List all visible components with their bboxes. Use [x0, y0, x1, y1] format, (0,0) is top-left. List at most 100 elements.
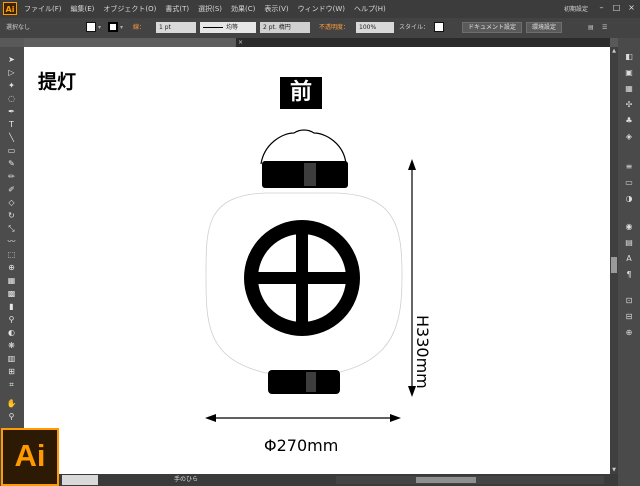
panel-menu-icon[interactable]: ☰	[602, 23, 607, 33]
eyedropper-tool-icon[interactable]: ⚲	[6, 315, 17, 325]
line-tool-icon[interactable]: ╲	[6, 133, 17, 143]
paintbrush-tool-icon[interactable]: ✎	[6, 159, 17, 169]
menu-items: ファイル(F) 編集(E) オブジェクト(O) 書式(T) 選択(S) 効果(C…	[24, 0, 395, 18]
style-label: スタイル：	[399, 24, 430, 31]
horizontal-scroll-thumb[interactable]	[416, 477, 476, 483]
hand-tool-icon[interactable]: ✋	[6, 399, 17, 409]
lantern-handle	[260, 129, 347, 165]
brushes-panel-icon[interactable]: ✣	[623, 100, 635, 110]
document-setup-button[interactable]: ドキュメント設定	[462, 22, 522, 33]
shape-builder-tool-icon[interactable]: ⊕	[6, 263, 17, 273]
scroll-down-icon[interactable]: ▼	[610, 466, 618, 474]
illustrator-logo-icon: Ai	[1, 428, 59, 486]
brush-definition-select[interactable]: 2 pt. 楕円	[260, 22, 310, 33]
pathfinder-panel-icon[interactable]: ⊕	[623, 328, 635, 338]
column-graph-tool-icon[interactable]: ▥	[6, 354, 17, 364]
panel-dock: ◧ ▣ ▦ ✣ ♣ ◈ ≡ ▭ ◑ ◉ ▤ A ¶ ⊡ ⊟ ⊕	[618, 38, 640, 486]
width-dimension-label: Φ270mm	[264, 436, 339, 455]
free-transform-tool-icon[interactable]: ⬚	[6, 250, 17, 260]
tab-close-icon[interactable]: ×	[238, 38, 243, 47]
height-dimension-label: H330mm	[413, 315, 432, 389]
window-controls: – □ ×	[593, 2, 638, 14]
stroke-label[interactable]: 線：	[133, 23, 145, 33]
menu-file[interactable]: ファイル(F)	[24, 4, 62, 14]
color-panel-icon[interactable]: ◧	[623, 52, 635, 62]
maximize-icon[interactable]: □	[610, 2, 623, 14]
fill-dropdown-icon[interactable]: ▾	[98, 23, 101, 33]
minimize-icon[interactable]: –	[595, 2, 608, 14]
warp-tool-icon[interactable]: 〰	[6, 237, 17, 247]
stroke-weight-field[interactable]: 1 pt	[156, 22, 196, 33]
mesh-tool-icon[interactable]: ▩	[6, 289, 17, 299]
blob-brush-tool-icon[interactable]: ✐	[6, 185, 17, 195]
scale-tool-icon[interactable]: ⤡	[6, 224, 17, 234]
menu-bar: Ai ファイル(F) 編集(E) オブジェクト(O) 書式(T) 選択(S) 効…	[0, 0, 640, 18]
horizontal-scrollbar[interactable]	[336, 476, 604, 484]
layers-panel-icon[interactable]: ▤	[623, 238, 635, 248]
graphic-style-swatch[interactable]	[434, 22, 444, 32]
gradient-tool-icon[interactable]: ▮	[6, 302, 17, 312]
width-arrow-left	[205, 414, 216, 422]
menu-view[interactable]: 表示(V)	[264, 4, 288, 14]
app-logo-icon: Ai	[3, 2, 17, 15]
lasso-tool-icon[interactable]: ◌	[6, 94, 17, 104]
selection-tool-icon[interactable]: ➤	[6, 55, 17, 65]
workspace-switcher[interactable]: 初期設定	[564, 4, 588, 13]
scroll-up-icon[interactable]: ▲	[610, 47, 618, 55]
eraser-tool-icon[interactable]: ◇	[6, 198, 17, 208]
transparency-panel-icon[interactable]: ◑	[623, 194, 635, 204]
opacity-field[interactable]: 100%	[356, 22, 394, 33]
menu-object[interactable]: オブジェクト(O)	[103, 4, 156, 14]
transform-panel-icon[interactable]: ⊡	[623, 296, 635, 306]
menu-help[interactable]: ヘルプ(H)	[354, 4, 386, 14]
menu-edit[interactable]: 編集(E)	[71, 4, 95, 14]
opacity-label[interactable]: 不透明度：	[319, 23, 349, 33]
height-arrow-top	[408, 159, 416, 170]
symbol-sprayer-tool-icon[interactable]: ❋	[6, 341, 17, 351]
current-tool-status: 手のひら	[174, 476, 199, 483]
perspective-grid-tool-icon[interactable]: ▦	[6, 276, 17, 286]
type-tool-icon[interactable]: T	[6, 120, 17, 130]
appearance-panel-icon[interactable]: ◉	[623, 222, 635, 232]
stroke-swatch[interactable]	[108, 22, 118, 32]
character-panel-icon[interactable]: A	[623, 254, 635, 264]
artboard-canvas[interactable]: 提灯 前 H330mm Φ270mm	[24, 47, 610, 474]
close-icon[interactable]: ×	[625, 2, 638, 14]
symbols-panel-icon[interactable]: ♣	[623, 116, 635, 126]
magic-wand-tool-icon[interactable]: ✦	[6, 81, 17, 91]
menu-window[interactable]: ウィンドウ(W)	[298, 4, 345, 14]
control-bar: 選択なし ▾ ▾ 線： 1 pt 均等 2 pt. 楕円 不透明度： 100% …	[0, 18, 640, 38]
menu-type[interactable]: 書式(T)	[165, 4, 189, 14]
swatches-panel-icon[interactable]: ▦	[623, 84, 635, 94]
preferences-button[interactable]: 環境設定	[526, 22, 562, 33]
zoom-tool-icon[interactable]: ⚲	[6, 412, 17, 422]
bottom-band-highlight	[306, 372, 316, 392]
selection-status: 選択なし	[6, 24, 31, 31]
stroke-profile-select[interactable]: 均等	[200, 22, 256, 33]
zoom-field[interactable]	[62, 475, 98, 485]
gradient-panel-icon[interactable]: ▭	[623, 178, 635, 188]
align-icon[interactable]: ▤	[588, 23, 594, 33]
vertical-scrollbar[interactable]: ▲ ▼	[610, 47, 618, 474]
lantern-bottom-band	[268, 370, 340, 394]
document-tab[interactable]	[24, 38, 236, 47]
tools-panel: ➤ ▷ ✦ ◌ ✒ T ╲ ▭ ✎ ✏ ✐ ◇ ↻ ⤡ 〰 ⬚ ⊕ ▦ ▩ ▮ …	[0, 47, 24, 486]
vertical-scroll-thumb[interactable]	[611, 257, 617, 273]
paragraph-panel-icon[interactable]: ¶	[623, 270, 635, 280]
align-panel-icon[interactable]: ⊟	[623, 312, 635, 322]
fill-swatch[interactable]	[86, 22, 96, 32]
slice-tool-icon[interactable]: ⌗	[6, 380, 17, 390]
rectangle-tool-icon[interactable]: ▭	[6, 146, 17, 156]
rotate-tool-icon[interactable]: ↻	[6, 211, 17, 221]
pen-tool-icon[interactable]: ✒	[6, 107, 17, 117]
menu-effect[interactable]: 効果(C)	[231, 4, 255, 14]
menu-select[interactable]: 選択(S)	[198, 4, 222, 14]
blend-tool-icon[interactable]: ◐	[6, 328, 17, 338]
artboard-tool-icon[interactable]: ⊞	[6, 367, 17, 377]
color-guide-panel-icon[interactable]: ▣	[623, 68, 635, 78]
direct-selection-tool-icon[interactable]: ▷	[6, 68, 17, 78]
stroke-panel-icon[interactable]: ≡	[623, 162, 635, 172]
graphic-styles-panel-icon[interactable]: ◈	[623, 132, 635, 142]
pencil-tool-icon[interactable]: ✏	[6, 172, 17, 182]
stroke-dropdown-icon[interactable]: ▾	[120, 23, 123, 33]
